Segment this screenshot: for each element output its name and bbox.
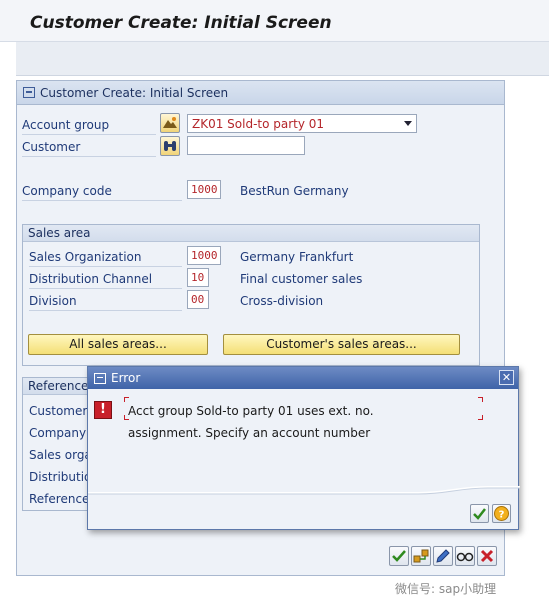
dialog-footer-divider: [88, 486, 520, 495]
hierarchy-icon: [413, 549, 429, 563]
dialog-continue-button[interactable]: [470, 504, 489, 523]
reference-customer-label: Customer: [29, 404, 88, 418]
panel-title: Customer Create: Initial Screen: [40, 85, 229, 100]
company-code-input[interactable]: 1000: [187, 180, 221, 199]
mountain-icon: [163, 117, 177, 128]
customer-input[interactable]: [187, 136, 305, 155]
error-icon: !: [94, 401, 112, 419]
company-code-description: BestRun Germany: [240, 184, 349, 198]
dialog-help-button[interactable]: ?: [492, 504, 511, 523]
sales-organization-description: Germany Frankfurt: [240, 250, 354, 264]
label-underline: [22, 134, 156, 135]
reference-distribution-label: Distributio: [29, 470, 92, 484]
focus-bracket: [478, 397, 483, 402]
page-title: Customer Create: Initial Screen: [30, 13, 332, 33]
division-input[interactable]: 00: [187, 290, 209, 309]
distribution-channel-label: Distribution Channel: [29, 272, 153, 286]
window-icon: [23, 87, 35, 98]
cancel-icon: [480, 549, 494, 563]
label-underline: [29, 310, 182, 311]
title-bar: Customer Create: Initial Screen: [0, 0, 549, 42]
customers-sales-areas-button[interactable]: Customer's sales areas...: [223, 334, 460, 355]
customer-label: Customer: [22, 140, 81, 154]
account-group-label: Account group: [22, 118, 110, 132]
display-button[interactable]: [455, 546, 475, 566]
error-dialog: Error ✕ ! Acct group Sold-to party 01 us…: [87, 366, 520, 530]
window-icon: [94, 372, 106, 384]
cancel-button[interactable]: [477, 546, 497, 566]
watermark: 微信号: sap小助理: [395, 582, 497, 596]
label-underline: [29, 266, 182, 267]
edit-icon: [436, 549, 450, 563]
checkmark-icon: [392, 550, 406, 562]
account-group-dropdown[interactable]: ZK01 Sold-to party 01: [187, 114, 417, 133]
checkmark-icon: [473, 508, 486, 520]
label-underline: [29, 288, 182, 289]
division-label: Division: [29, 294, 77, 308]
sales-organization-label: Sales Organization: [29, 250, 142, 264]
account-group-value: ZK01 Sold-to party 01: [192, 117, 325, 131]
application-toolbar: [16, 42, 549, 76]
distribution-channel-description: Final customer sales: [240, 272, 363, 286]
error-message-line-1: Acct group Sold-to party 01 uses ext. no…: [128, 404, 374, 418]
focus-bracket: [124, 397, 129, 402]
sales-organization-input[interactable]: 1000: [187, 246, 221, 265]
customer-search-button[interactable]: [160, 136, 180, 156]
glasses-icon: [456, 552, 474, 562]
dialog-header: Error: [88, 367, 518, 389]
focus-bracket: [478, 415, 483, 420]
distribution-channel-input[interactable]: 10: [187, 268, 209, 287]
reference-sales-org-label: Sales orga: [29, 448, 92, 462]
help-icon: ?: [494, 506, 509, 521]
all-sales-areas-button[interactable]: All sales areas...: [28, 334, 208, 355]
edit-button[interactable]: [433, 546, 453, 566]
label-underline: [22, 156, 156, 157]
error-message-line-2: assignment. Specify an account number: [128, 426, 371, 440]
hierarchy-button[interactable]: [411, 546, 431, 566]
svg-text:?: ?: [499, 510, 505, 521]
close-icon[interactable]: ✕: [499, 370, 514, 385]
confirm-button[interactable]: [389, 546, 409, 566]
company-code-label: Company code: [22, 184, 112, 198]
sales-area-title: Sales area: [23, 225, 479, 242]
label-underline: [22, 200, 182, 201]
binoculars-icon: [164, 141, 176, 151]
reference-reference-label: Reference: [29, 492, 90, 506]
account-group-help-button[interactable]: [160, 113, 180, 133]
panel-header: Customer Create: Initial Screen: [17, 81, 504, 105]
chevron-down-icon[interactable]: [404, 121, 412, 126]
division-description: Cross-division: [240, 294, 324, 308]
dialog-title: Error: [111, 371, 141, 385]
